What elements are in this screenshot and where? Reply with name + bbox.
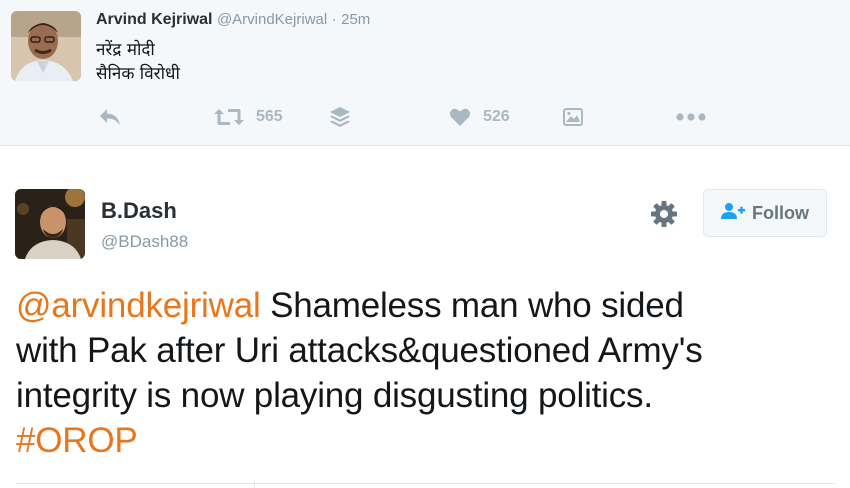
author-handle[interactable]: @ArvindKejriwal bbox=[217, 11, 327, 28]
divider bbox=[254, 480, 255, 488]
tweet-text-line: with Pak after Uri attacks&questioned Ar… bbox=[16, 331, 703, 370]
parent-tweet-text: नरेंद्र मोदी सैनिक विरोधी bbox=[96, 38, 180, 86]
tweet-text-line: #OROP bbox=[16, 418, 836, 463]
divider bbox=[16, 483, 836, 484]
layers-icon bbox=[329, 106, 351, 128]
tweet-actions-bar: 565 526 bbox=[0, 104, 850, 130]
hashtag-link[interactable]: #OROP bbox=[16, 421, 138, 460]
follow-label: Follow bbox=[752, 202, 809, 223]
retweet-button[interactable]: 565 bbox=[214, 104, 283, 130]
author-handle[interactable]: @BDash88 bbox=[101, 232, 188, 252]
image-icon bbox=[563, 108, 583, 126]
like-count: 526 bbox=[483, 108, 510, 125]
media-button[interactable] bbox=[563, 104, 583, 130]
author-avatar[interactable] bbox=[11, 11, 81, 81]
follow-button[interactable]: Follow bbox=[703, 189, 827, 237]
author-name[interactable]: Arvind Kejriwal bbox=[96, 11, 212, 28]
buffer-button[interactable] bbox=[329, 104, 351, 130]
heart-icon bbox=[449, 107, 471, 127]
author-name[interactable]: B.Dash bbox=[101, 198, 177, 224]
more-dots-icon bbox=[676, 112, 706, 122]
tweet-text-segment: Shameless man who sided bbox=[260, 286, 684, 325]
parent-tweet[interactable]: Arvind Kejriwal @ArvindKejriwal · 25m नर… bbox=[0, 0, 850, 146]
retweet-count: 565 bbox=[256, 108, 283, 125]
tweet-text-line: @arvindkejriwal Shameless man who sided bbox=[16, 283, 836, 328]
tweet-text: @arvindkejriwal Shameless man who sided … bbox=[16, 283, 836, 463]
add-user-icon bbox=[721, 202, 752, 225]
separator-dot: · bbox=[331, 11, 337, 28]
reply-button[interactable] bbox=[98, 104, 122, 130]
settings-button[interactable] bbox=[649, 199, 679, 229]
more-button[interactable] bbox=[676, 104, 706, 130]
reply-icon bbox=[98, 106, 122, 128]
tweet-text-line: सैनिक विरोधी bbox=[96, 64, 180, 84]
tweet-text-line: integrity is now playing disgusting poli… bbox=[16, 376, 653, 415]
mention-link[interactable]: @arvindkejriwal bbox=[16, 286, 261, 325]
author-avatar[interactable] bbox=[15, 189, 85, 259]
like-button[interactable]: 526 bbox=[449, 104, 510, 130]
parent-tweet-header: Arvind Kejriwal @ArvindKejriwal · 25m bbox=[96, 11, 370, 29]
tweet-text-line: नरेंद्र मोदी bbox=[96, 40, 155, 60]
retweet-icon bbox=[214, 107, 244, 127]
gear-icon bbox=[649, 201, 679, 233]
tweet-timestamp[interactable]: 25m bbox=[341, 11, 370, 28]
